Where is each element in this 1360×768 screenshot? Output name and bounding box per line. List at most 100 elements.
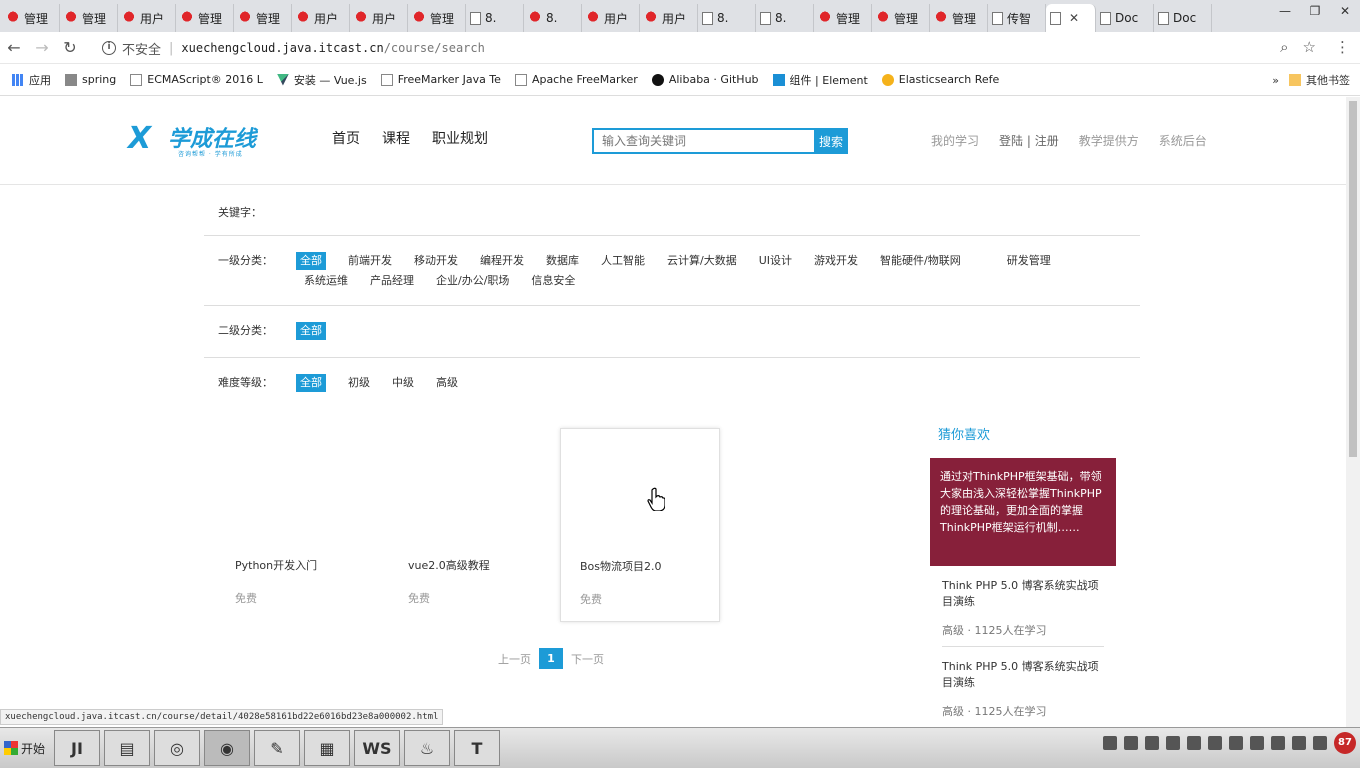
reload-icon[interactable]: ↻ <box>56 38 84 57</box>
browser-tab[interactable]: 管理 <box>872 4 930 32</box>
close-window-icon[interactable]: ✕ <box>1330 0 1360 22</box>
course-card[interactable]: Bos物流项目2.0 免费 <box>560 428 720 622</box>
zoom-icon[interactable]: ⌕ <box>1280 38 1288 56</box>
bookmark-item[interactable]: 应用 <box>12 72 51 88</box>
level1-option[interactable]: 人工智能 <box>593 252 659 270</box>
bluetooth-icon[interactable] <box>1250 736 1264 750</box>
level1-option[interactable]: 研发管理 <box>999 252 1065 270</box>
bookmark-star-icon[interactable]: ☆ <box>1303 38 1316 56</box>
close-tab-icon[interactable]: ✕ <box>1069 11 1079 25</box>
browser-tab[interactable]: ✕ <box>1046 4 1096 32</box>
level1-option[interactable]: 游戏开发 <box>806 252 872 270</box>
back-icon[interactable]: ← <box>0 38 28 57</box>
browser-tab[interactable]: 用户 <box>582 4 640 32</box>
minimize-icon[interactable]: — <box>1270 0 1300 22</box>
difficulty-option[interactable]: 中级 <box>384 374 428 392</box>
network-icon[interactable] <box>1103 736 1117 750</box>
taskbar-app-button[interactable]: T <box>454 730 500 766</box>
bookmark-item[interactable]: Elasticsearch Refe <box>881 73 999 86</box>
app-icon[interactable] <box>1229 736 1243 750</box>
browser-tab[interactable]: 管理 <box>2 4 60 32</box>
taskbar-app-button[interactable]: ✎ <box>254 730 300 766</box>
restore-icon[interactable]: ❐ <box>1300 0 1330 22</box>
level1-option[interactable]: 编程开发 <box>472 252 538 270</box>
browser-tab[interactable]: 管理 <box>930 4 988 32</box>
bookmarks-more-icon[interactable]: » <box>1272 74 1279 87</box>
browser-tab[interactable]: Doc <box>1154 4 1212 32</box>
recommend-item[interactable]: Think PHP 5.0 博客系统实战项目演练 高级 · 1125人在学习 <box>942 578 1104 647</box>
url-field[interactable]: i 不安全 | xuechengcloud.java.itcast.cn /co… <box>96 34 1324 62</box>
recommend-item[interactable]: Think PHP 5.0 博客系统实战项目演练 高级 · 1125人在学习 <box>942 659 1104 728</box>
next-page-link[interactable]: 下一页 <box>571 651 604 667</box>
browser-tab[interactable]: 用户 <box>292 4 350 32</box>
difficulty-option[interactable]: 高级 <box>428 374 472 392</box>
course-card[interactable]: Python开发入门 免费 <box>216 428 376 622</box>
level1-option[interactable]: 前端开发 <box>340 252 406 270</box>
notification-badge[interactable]: 87 <box>1334 732 1356 754</box>
bookmark-item[interactable]: spring <box>65 73 116 86</box>
bookmark-item[interactable]: Apache FreeMarker <box>514 73 638 86</box>
bookmark-item[interactable]: ECMAScript® 2016 L <box>130 73 263 86</box>
volume-icon[interactable] <box>1292 736 1306 750</box>
browser-tab[interactable]: 8. <box>756 4 814 32</box>
browser-tab[interactable]: 用户 <box>350 4 408 32</box>
level2-option[interactable]: 全部 <box>296 322 326 340</box>
forward-icon[interactable]: → <box>28 38 56 57</box>
level1-option[interactable]: 智能硬件/物联网 <box>872 252 975 270</box>
search-input[interactable] <box>592 128 814 154</box>
taskbar-app-button[interactable]: WS <box>354 730 400 766</box>
browser-tab[interactable]: Doc <box>1096 4 1154 32</box>
level1-option[interactable]: 企业/办公/职场 <box>428 272 523 290</box>
difficulty-option[interactable]: 初级 <box>340 374 384 392</box>
level1-option[interactable]: 系统运维 <box>296 272 362 290</box>
admin-link[interactable]: 系统后台 <box>1159 132 1207 149</box>
taskbar-app-button[interactable]: ◎ <box>154 730 200 766</box>
nav-home[interactable]: 首页 <box>332 128 360 148</box>
browser-tab[interactable]: 管理 <box>408 4 466 32</box>
level1-option[interactable]: 移动开发 <box>406 252 472 270</box>
page-number-current[interactable]: 1 <box>539 648 563 669</box>
browser-tab[interactable]: 管理 <box>176 4 234 32</box>
course-card[interactable]: vue2.0高级教程 免费 <box>389 428 549 622</box>
bookmark-item[interactable]: 安装 — Vue.js <box>276 72 367 88</box>
help-icon[interactable] <box>1124 736 1138 750</box>
level1-option[interactable]: 数据库 <box>538 252 593 270</box>
level1-option[interactable]: 全部 <box>296 252 326 270</box>
login-register-link[interactable]: 登陆 | 注册 <box>999 132 1059 149</box>
scrollbar-thumb[interactable] <box>1349 101 1357 457</box>
browser-tab[interactable]: 用户 <box>640 4 698 32</box>
level1-option[interactable]: UI设计 <box>751 252 806 270</box>
site-logo[interactable]: X 学成在线 咨询帮帮 · 学有所成 <box>128 119 288 158</box>
level1-option[interactable]: 产品经理 <box>362 272 428 290</box>
bookmark-item[interactable]: Alibaba · GitHub <box>651 73 759 86</box>
browser-tab[interactable]: 用户 <box>118 4 176 32</box>
bookmark-item[interactable]: 组件 | Element <box>772 72 868 88</box>
nav-courses[interactable]: 课程 <box>382 128 410 148</box>
settings-icon[interactable] <box>1187 736 1201 750</box>
other-bookmarks[interactable]: 其他书签 <box>1289 72 1350 88</box>
recommend-feature[interactable]: 通过对ThinkPHP框架基础，带领大家由浅入深轻松掌握ThinkPHP的理论基… <box>930 458 1116 566</box>
taskbar-app-button[interactable]: ▦ <box>304 730 350 766</box>
taskbar-app-button[interactable]: ▤ <box>104 730 150 766</box>
sync-icon[interactable] <box>1166 736 1180 750</box>
level1-option[interactable]: 云计算/大数据 <box>659 252 751 270</box>
browser-tab[interactable]: 管理 <box>60 4 118 32</box>
provider-link[interactable]: 教学提供方 <box>1079 132 1139 149</box>
page-scrollbar[interactable] <box>1346 97 1360 727</box>
browser-tab[interactable]: 8. <box>524 4 582 32</box>
graphics-icon[interactable] <box>1208 736 1222 750</box>
start-button[interactable]: 开始 <box>0 730 50 766</box>
browser-menu-icon[interactable]: ⋮ <box>1335 38 1350 56</box>
wifi-icon[interactable] <box>1271 736 1285 750</box>
taskbar-app-button[interactable]: ◉ <box>204 730 250 766</box>
security-icon[interactable] <box>1145 736 1159 750</box>
difficulty-option[interactable]: 全部 <box>296 374 326 392</box>
my-learning-link[interactable]: 我的学习 <box>931 132 979 149</box>
browser-tab[interactable]: 管理 <box>814 4 872 32</box>
browser-tab[interactable]: 传智 <box>988 4 1046 32</box>
info-icon[interactable]: i <box>102 41 116 55</box>
browser-tab[interactable]: 管理 <box>234 4 292 32</box>
browser-tab[interactable]: 8. <box>698 4 756 32</box>
taskbar-app-button[interactable]: ♨ <box>404 730 450 766</box>
taskbar-app-button[interactable]: JI <box>54 730 100 766</box>
